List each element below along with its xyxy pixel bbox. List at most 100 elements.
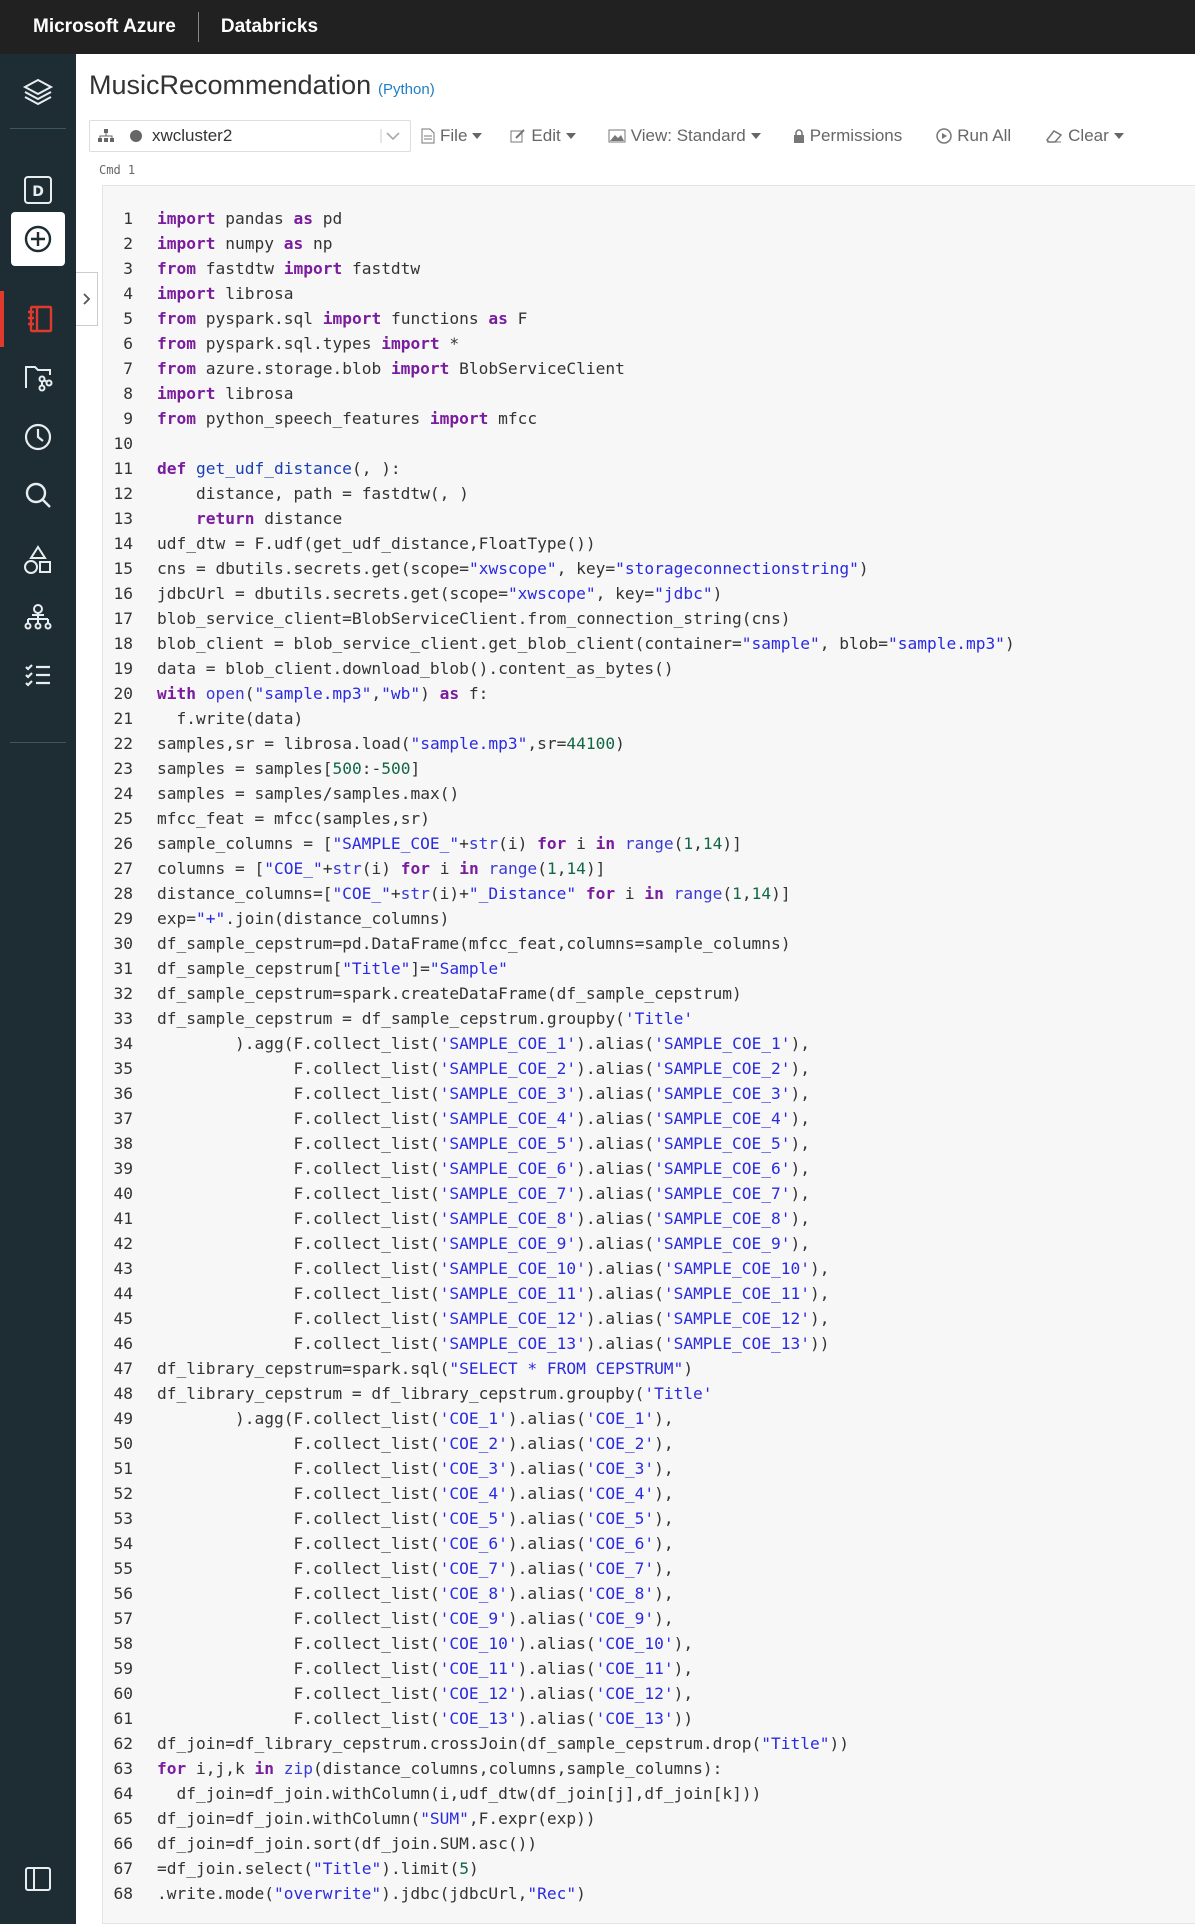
code-line[interactable]: 2 import numpy as np <box>103 231 1195 256</box>
code-text[interactable]: blob_client = blob_service_client.get_bl… <box>157 631 1015 656</box>
code-line[interactable]: 29 exp="+".join(distance_columns) <box>103 906 1195 931</box>
clear-menu-button[interactable]: Clear <box>1045 126 1124 146</box>
code-line[interactable]: 47 df_library_cepstrum=spark.sql("SELECT … <box>103 1356 1195 1381</box>
code-text[interactable]: import librosa <box>157 381 293 406</box>
code-line[interactable]: 1 import pandas as pd <box>103 206 1195 231</box>
code-text[interactable]: from pyspark.sql.types import * <box>157 331 459 356</box>
code-line[interactable]: 43 F.collect_list('SAMPLE_COE_10').alias… <box>103 1256 1195 1281</box>
code-text[interactable]: F.collect_list('SAMPLE_COE_11').alias('S… <box>157 1281 829 1306</box>
code-text[interactable]: F.collect_list('SAMPLE_COE_5').alias('SA… <box>157 1131 810 1156</box>
code-text[interactable]: import numpy as np <box>157 231 332 256</box>
code-text[interactable]: F.collect_list('COE_6').alias('COE_6'), <box>157 1531 673 1556</box>
code-text[interactable]: return distance <box>157 506 342 531</box>
brand-label[interactable]: Microsoft Azure <box>0 0 198 54</box>
code-line[interactable]: 59 F.collect_list('COE_11').alias('COE_1… <box>103 1656 1195 1681</box>
code-text[interactable]: df_library_cepstrum = df_library_cepstru… <box>157 1381 713 1406</box>
code-editor[interactable]: 1 import pandas as pd 2 import numpy as np 3… <box>103 206 1195 1906</box>
code-text[interactable]: from python_speech_features import mfcc <box>157 406 537 431</box>
notebook-title[interactable]: MusicRecommendation <box>89 70 371 101</box>
cluster-selector[interactable]: xwcluster2 <box>89 120 411 152</box>
code-text[interactable]: distance, path = fastdtw(, ) <box>157 481 469 506</box>
code-line[interactable]: 56 F.collect_list('COE_8').alias('COE_8'… <box>103 1581 1195 1606</box>
data-icon[interactable] <box>0 532 76 588</box>
code-line[interactable]: 21 f.write(data) <box>103 706 1195 731</box>
code-text[interactable]: samples,sr = librosa.load("sample.mp3",s… <box>157 731 625 756</box>
code-text[interactable]: F.collect_list('SAMPLE_COE_8').alias('SA… <box>157 1206 810 1231</box>
code-text[interactable]: F.collect_list('SAMPLE_COE_12').alias('S… <box>157 1306 829 1331</box>
code-text[interactable]: ).agg(F.collect_list('SAMPLE_COE_1').ali… <box>157 1031 810 1056</box>
code-text[interactable]: with open("sample.mp3","wb") as f: <box>157 681 488 706</box>
code-text[interactable]: df_join=df_library_cepstrum.crossJoin(df… <box>157 1731 849 1756</box>
code-text[interactable]: F.collect_list('SAMPLE_COE_4').alias('SA… <box>157 1106 810 1131</box>
code-line[interactable]: 28 distance_columns=["COE_"+str(i)+"_Dist… <box>103 881 1195 906</box>
repos-icon[interactable] <box>0 349 76 405</box>
code-line[interactable]: 26 sample_columns = ["SAMPLE_COE_"+str(i)… <box>103 831 1195 856</box>
code-text[interactable]: data = blob_client.download_blob().conte… <box>157 656 674 681</box>
code-line[interactable]: 3 from fastdtw import fastdtw <box>103 256 1195 281</box>
code-text[interactable]: mfcc_feat = mfcc(samples,sr) <box>157 806 430 831</box>
code-text[interactable]: F.collect_list('COE_4').alias('COE_4'), <box>157 1481 673 1506</box>
code-text[interactable]: cns = dbutils.secrets.get(scope="xwscope… <box>157 556 869 581</box>
code-line[interactable]: 22 samples,sr = librosa.load("sample.mp3"… <box>103 731 1195 756</box>
code-line[interactable]: 12 distance, path = fastdtw(, ) <box>103 481 1195 506</box>
file-menu-button[interactable]: File <box>421 126 483 146</box>
expand-panel-button[interactable] <box>76 272 98 326</box>
permissions-button[interactable]: Permissions <box>793 126 902 146</box>
code-line[interactable]: 54 F.collect_list('COE_6').alias('COE_6'… <box>103 1531 1195 1556</box>
edit-menu-button[interactable]: Edit <box>510 126 576 146</box>
code-text[interactable]: F.collect_list('COE_5').alias('COE_5'), <box>157 1506 673 1531</box>
code-text[interactable]: samples = samples[500:-500] <box>157 756 420 781</box>
code-line[interactable]: 7 from azure.storage.blob import BlobServ… <box>103 356 1195 381</box>
code-line[interactable]: 52 F.collect_list('COE_4').alias('COE_4'… <box>103 1481 1195 1506</box>
code-line[interactable]: 46 F.collect_list('SAMPLE_COE_13').alias… <box>103 1331 1195 1356</box>
code-text[interactable]: F.collect_list('SAMPLE_COE_3').alias('SA… <box>157 1081 810 1106</box>
code-line[interactable]: 10 <box>103 431 1195 456</box>
code-line[interactable]: 11 def get_udf_distance(, ): <box>103 456 1195 481</box>
code-text[interactable]: from azure.storage.blob import BlobServi… <box>157 356 625 381</box>
code-line[interactable]: 17 blob_service_client=BlobServiceClient.… <box>103 606 1195 631</box>
code-text[interactable]: df_sample_cepstrum["Title"]="Sample" <box>157 956 508 981</box>
code-text[interactable]: F.collect_list('SAMPLE_COE_13').alias('S… <box>157 1331 829 1356</box>
create-button[interactable] <box>11 212 65 266</box>
code-line[interactable]: 39 F.collect_list('SAMPLE_COE_6').alias(… <box>103 1156 1195 1181</box>
code-text[interactable]: jdbcUrl = dbutils.secrets.get(scope="xws… <box>157 581 722 606</box>
code-text[interactable]: F.collect_list('SAMPLE_COE_6').alias('SA… <box>157 1156 810 1181</box>
code-line[interactable]: 25 mfcc_feat = mfcc(samples,sr) <box>103 806 1195 831</box>
code-text[interactable]: F.collect_list('COE_7').alias('COE_7'), <box>157 1556 673 1581</box>
code-text[interactable]: F.collect_list('COE_2').alias('COE_2'), <box>157 1431 673 1456</box>
chevron-down-icon[interactable] <box>380 127 402 150</box>
code-line[interactable]: 9 from python_speech_features import mfcc <box>103 406 1195 431</box>
code-text[interactable]: df_join=df_join.sort(df_join.SUM.asc()) <box>157 1831 537 1856</box>
code-line[interactable]: 61 F.collect_list('COE_13').alias('COE_1… <box>103 1706 1195 1731</box>
code-text[interactable]: F.collect_list('COE_8').alias('COE_8'), <box>157 1581 673 1606</box>
code-line[interactable]: 6 from pyspark.sql.types import * <box>103 331 1195 356</box>
code-line[interactable]: 15 cns = dbutils.secrets.get(scope="xwsco… <box>103 556 1195 581</box>
models-icon[interactable] <box>0 589 76 645</box>
layers-icon[interactable] <box>0 64 76 120</box>
run-all-button[interactable]: Run All <box>936 126 1011 146</box>
code-line[interactable]: 33 df_sample_cepstrum = df_sample_cepstru… <box>103 1006 1195 1031</box>
code-line[interactable]: 64 df_join=df_join.withColumn(i,udf_dtw(… <box>103 1781 1195 1806</box>
code-line[interactable]: 68 .write.mode("overwrite").jdbc(jdbcUrl,… <box>103 1881 1195 1906</box>
code-line[interactable]: 18 blob_client = blob_service_client.get_… <box>103 631 1195 656</box>
code-text[interactable]: F.collect_list('SAMPLE_COE_10').alias('S… <box>157 1256 829 1281</box>
code-line[interactable]: 40 F.collect_list('SAMPLE_COE_7').alias(… <box>103 1181 1195 1206</box>
code-line[interactable]: 45 F.collect_list('SAMPLE_COE_12').alias… <box>103 1306 1195 1331</box>
product-label[interactable]: Databricks <box>199 16 318 38</box>
recents-icon[interactable] <box>0 409 76 465</box>
jobs-icon[interactable] <box>0 647 76 703</box>
code-line[interactable]: 20 with open("sample.mp3","wb") as f: <box>103 681 1195 706</box>
code-line[interactable]: 13 return distance <box>103 506 1195 531</box>
code-text[interactable]: udf_dtw = F.udf(get_udf_distance,FloatTy… <box>157 531 596 556</box>
code-line[interactable]: 49 ).agg(F.collect_list('COE_1').alias('… <box>103 1406 1195 1431</box>
notebook-icon[interactable] <box>0 291 76 347</box>
code-line[interactable]: 44 F.collect_list('SAMPLE_COE_11').alias… <box>103 1281 1195 1306</box>
code-line[interactable]: 24 samples = samples/samples.max() <box>103 781 1195 806</box>
code-line[interactable]: 63 for i,j,k in zip(distance_columns,colu… <box>103 1756 1195 1781</box>
code-line[interactable]: 53 F.collect_list('COE_5').alias('COE_5'… <box>103 1506 1195 1531</box>
code-text[interactable]: F.collect_list('COE_9').alias('COE_9'), <box>157 1606 673 1631</box>
code-line[interactable]: 23 samples = samples[500:-500] <box>103 756 1195 781</box>
code-line[interactable]: 41 F.collect_list('SAMPLE_COE_8').alias(… <box>103 1206 1195 1231</box>
search-icon[interactable] <box>0 467 76 523</box>
code-text[interactable]: columns = ["COE_"+str(i) for i in range(… <box>157 856 605 881</box>
